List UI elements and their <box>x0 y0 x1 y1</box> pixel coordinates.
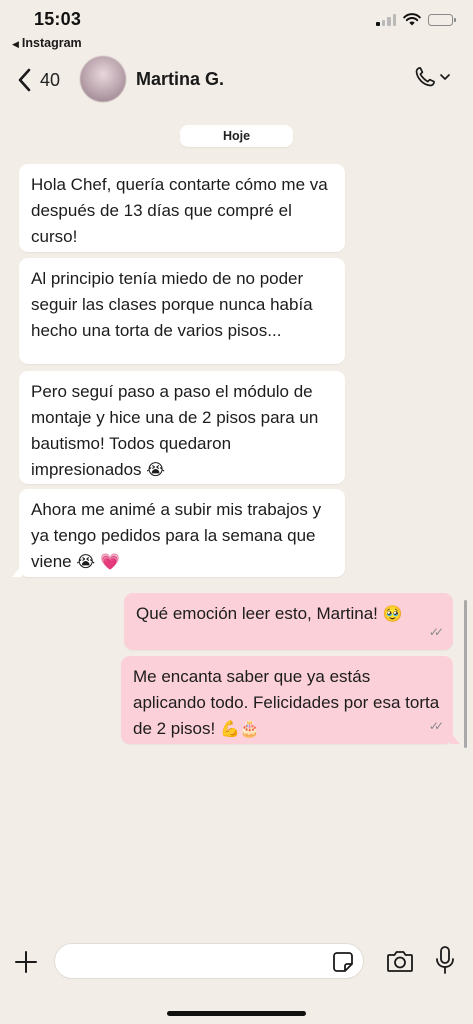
message-incoming[interactable]: Al principio tenía miedo de no poder seg… <box>19 258 345 364</box>
call-button[interactable] <box>413 65 451 89</box>
message-text: Pero seguí paso a paso el módulo de mont… <box>31 382 319 479</box>
microphone-icon[interactable] <box>434 945 456 975</box>
emoji-muscle-cake-icon: 💪🎂 <box>219 719 260 738</box>
emoji-crying-icon: 😭 <box>146 460 165 479</box>
back-triangle-icon: ◀ <box>12 39 19 49</box>
camera-icon[interactable] <box>386 948 414 974</box>
composer-bar <box>0 930 473 990</box>
message-text: Me encanta saber que ya estás aplicando … <box>133 667 440 738</box>
message-incoming[interactable]: Hola Chef, quería contarte cómo me va de… <box>19 164 345 252</box>
message-text: Qué emoción leer esto, Martina! <box>136 604 378 623</box>
back-app-label: Instagram <box>21 36 82 50</box>
status-time: 15:03 <box>34 9 82 29</box>
scrollbar[interactable] <box>464 600 467 748</box>
home-indicator[interactable] <box>167 1011 306 1016</box>
read-receipt-icon: ✓✓ <box>428 625 444 639</box>
wifi-icon <box>403 13 421 26</box>
message-text: Ahora me animé a subir mis trabajos y ya… <box>31 500 322 571</box>
avatar[interactable] <box>80 56 126 102</box>
date-chip: Hoje <box>180 125 293 147</box>
status-bar: 15:03 ◀ Instagram <box>0 0 473 50</box>
message-outgoing[interactable]: Me encanta saber que ya estás aplicando … <box>121 656 460 744</box>
back-to-app-link[interactable]: ◀ Instagram <box>12 36 82 50</box>
status-icons <box>376 13 456 26</box>
message-outgoing[interactable]: Qué emoción leer esto, Martina! 🥹 ✓✓ <box>124 593 453 650</box>
message-incoming[interactable]: Ahora me animé a subir mis trabajos y ya… <box>12 489 345 577</box>
chevron-down-icon <box>440 74 450 80</box>
chevron-left-icon[interactable] <box>14 66 36 94</box>
battery-icon <box>428 13 456 26</box>
message-text: Al principio tenía miedo de no poder seg… <box>31 269 313 340</box>
read-receipt-icon: ✓✓ <box>428 719 444 733</box>
sticker-icon[interactable] <box>331 950 355 974</box>
chat-header: 40 Martina G. <box>0 52 473 110</box>
unread-count[interactable]: 40 <box>40 70 60 91</box>
message-input[interactable] <box>54 943 364 979</box>
message-incoming[interactable]: Pero seguí paso a paso el módulo de mont… <box>19 371 345 484</box>
message-text: Hola Chef, quería contarte cómo me va de… <box>31 175 328 246</box>
plus-icon[interactable] <box>14 950 38 974</box>
emoji-crying-heart-icon: 😭 💗 <box>76 552 121 571</box>
signal-icon <box>376 13 396 26</box>
emoji-pleading-icon: 🥹 <box>382 604 403 623</box>
contact-name[interactable]: Martina G. <box>136 69 224 90</box>
phone-icon <box>415 67 435 87</box>
